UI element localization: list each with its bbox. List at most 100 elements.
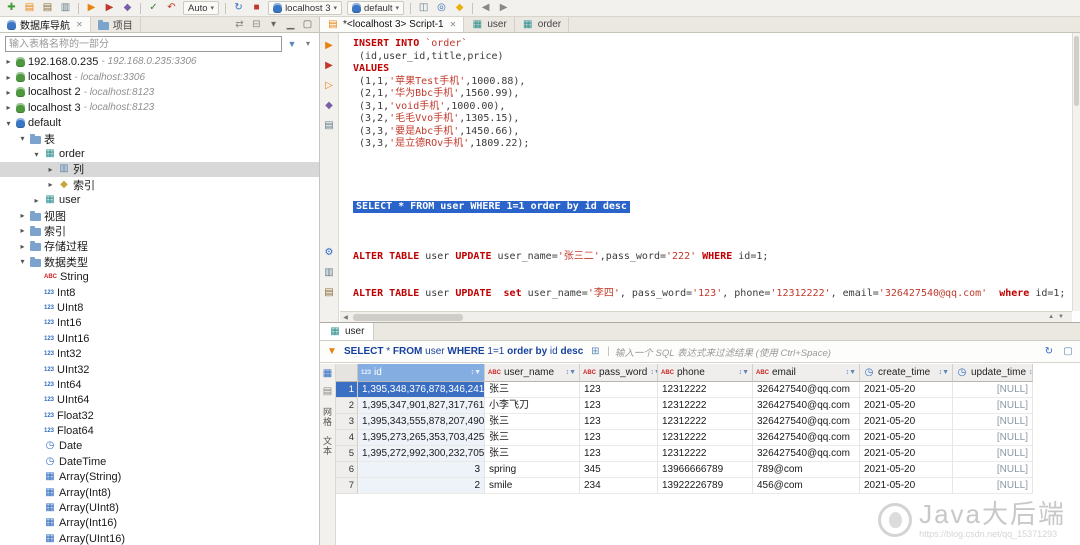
result-filter-query[interactable]: SELECT * FROM user WHERE 1=1 order by id…	[344, 346, 583, 357]
grid-cell[interactable]: smile	[485, 478, 580, 494]
grid-cell[interactable]: 326427540@qq.com	[753, 398, 860, 414]
grid-cell[interactable]: 2021-05-20	[860, 398, 953, 414]
stop-button[interactable]: ■	[248, 1, 265, 16]
tree-item[interactable]: ◷Date	[0, 439, 319, 454]
grid-cell[interactable]: 3	[358, 462, 485, 478]
settings-button[interactable]: ⚙	[322, 246, 336, 259]
tree-item[interactable]: ▸localhost 3 - localhost:8123	[0, 100, 319, 115]
grid-cell[interactable]: [NULL]	[953, 398, 1033, 414]
maximize-view-button[interactable]: ▢	[302, 19, 313, 30]
editor-tab-2[interactable]: ▦order	[515, 17, 569, 32]
grid-cell[interactable]: 1,395,273,265,353,703,425	[358, 430, 485, 446]
tree-item[interactable]: ▦Array(Int8)	[0, 485, 319, 500]
panel-button[interactable]: ▢	[1061, 346, 1075, 358]
grid-cell[interactable]: 1,395,343,555,878,207,490	[358, 414, 485, 430]
column-header-create_time[interactable]: ◷create_time↕▼	[860, 364, 953, 382]
grid-cell[interactable]: [NULL]	[953, 382, 1033, 398]
filter-input-icon[interactable]: ▼	[325, 346, 339, 358]
grid-cell[interactable]: 2021-05-20	[860, 446, 953, 462]
row-number[interactable]: 1	[336, 382, 358, 398]
grid-cell[interactable]: [NULL]	[953, 430, 1033, 446]
active-schema-dropdown[interactable]: default▾	[347, 1, 404, 15]
results-view-tab[interactable]: 网格	[321, 407, 334, 427]
execute-script-button[interactable]: ▶	[101, 1, 118, 16]
results-view-tab[interactable]: 文本	[321, 436, 334, 456]
expander-icon[interactable]: ▸	[4, 103, 13, 112]
grid-cell[interactable]: 张三	[485, 414, 580, 430]
editor-vertical-scrollbar[interactable]	[1072, 33, 1080, 311]
text-view-button[interactable]: ▤	[321, 385, 335, 398]
save-file-button[interactable]: ▥	[322, 266, 336, 279]
tree-item[interactable]: ▸localhost - localhost:3306	[0, 69, 319, 84]
link-editor-button[interactable]: ⇄	[234, 19, 245, 30]
forward-button[interactable]: ▶	[495, 1, 512, 16]
grid-cell[interactable]: 12312222	[658, 382, 753, 398]
row-number[interactable]: 7	[336, 478, 358, 494]
tree-item[interactable]: ▸存储过程	[0, 239, 319, 254]
expander-icon[interactable]: ▾	[18, 257, 27, 266]
tree-item[interactable]: 123Int16	[0, 316, 319, 331]
editor-horizontal-scrollbar[interactable]: ◀ ▲▼	[340, 311, 1072, 322]
row-number[interactable]: 4	[336, 430, 358, 446]
tree-item[interactable]: ▸▥列	[0, 162, 319, 177]
grid-cell[interactable]: 2021-05-20	[860, 382, 953, 398]
expander-icon[interactable]: ▾	[32, 150, 41, 159]
expander-icon[interactable]: ▾	[4, 119, 13, 128]
row-number[interactable]: 3	[336, 414, 358, 430]
sql-editor[interactable]: INSERT INTO `order` (id,user_id,title,pr…	[340, 33, 1072, 311]
filter-funnel-icon[interactable]: ▼	[286, 38, 298, 50]
minimize-view-button[interactable]: ▁	[285, 19, 296, 30]
transaction-mode-dropdown[interactable]: Auto▾	[183, 1, 219, 15]
tree-item[interactable]: ▦Array(Int16)	[0, 516, 319, 531]
sync-button[interactable]: ↻	[230, 1, 247, 16]
tree-item[interactable]: ABCString	[0, 269, 319, 284]
expander-icon[interactable]: ▾	[18, 134, 27, 143]
grid-corner[interactable]	[336, 364, 358, 382]
expander-icon[interactable]: ▸	[32, 196, 41, 205]
grid-cell[interactable]: 2021-05-20	[860, 462, 953, 478]
chevron-down-icon[interactable]: ▾	[302, 38, 314, 50]
bookmark-button[interactable]: ◆	[451, 1, 468, 16]
grid-cell[interactable]: [NULL]	[953, 446, 1033, 462]
tree-item[interactable]: ▸localhost 2 - localhost:8123	[0, 85, 319, 100]
close-icon[interactable]: ✕	[76, 20, 83, 29]
save-button[interactable]: ▥	[57, 1, 74, 16]
grid-cell[interactable]: 小李飞刀	[485, 398, 580, 414]
expander-icon[interactable]: ▸	[4, 73, 13, 82]
row-number[interactable]: 2	[336, 398, 358, 414]
grid-cell[interactable]: 1,395,347,901,827,317,761	[358, 398, 485, 414]
explain-plan-button[interactable]: ◆	[119, 1, 136, 16]
grid-cell[interactable]: 张三	[485, 446, 580, 462]
grid-cell[interactable]: 234	[580, 478, 658, 494]
sort-filter-icons[interactable]: ↕▼	[471, 369, 481, 376]
grid-cell[interactable]: 123	[580, 398, 658, 414]
sort-filter-icons[interactable]: ↕▼	[939, 369, 949, 376]
tree-item[interactable]: ▦Array(UInt8)	[0, 500, 319, 515]
tree-item[interactable]: 123UInt64	[0, 393, 319, 408]
navigator-tab-0[interactable]: 数据库导航✕	[0, 17, 91, 32]
tree-item[interactable]: 123UInt16	[0, 331, 319, 346]
explain-plan-button[interactable]: ◆	[322, 99, 336, 112]
grid-cell[interactable]: [NULL]	[953, 478, 1033, 494]
grid-cell[interactable]: 2021-05-20	[860, 430, 953, 446]
row-number[interactable]: 5	[336, 446, 358, 462]
row-number[interactable]: 6	[336, 462, 358, 478]
expander-icon[interactable]: ▸	[18, 242, 27, 251]
column-header-phone[interactable]: ABCphone↕▼	[658, 364, 753, 382]
column-header-user_name[interactable]: ABCuser_name↕▼	[485, 364, 580, 382]
grid-cell[interactable]: 张三	[485, 382, 580, 398]
sort-filter-icons[interactable]: ↕▼	[566, 369, 576, 376]
grid-cell[interactable]: 2	[358, 478, 485, 494]
grid-cell[interactable]: 456@com	[753, 478, 860, 494]
expander-icon[interactable]: ▸	[46, 165, 55, 174]
tree-item[interactable]: ▦Array(UInt16)	[0, 531, 319, 545]
expander-icon[interactable]: ▸	[46, 180, 55, 189]
expander-icon[interactable]: ▸	[4, 57, 13, 66]
tree-item[interactable]: ▾表	[0, 131, 319, 146]
column-header-update_time[interactable]: ◷update_time↕▼	[953, 364, 1033, 382]
expand-filter-icon[interactable]: ⊞	[588, 346, 602, 358]
grid-cell[interactable]: 123	[580, 414, 658, 430]
back-button[interactable]: ◀	[477, 1, 494, 16]
tree-item[interactable]: 123Float64	[0, 423, 319, 438]
grid-cell[interactable]: [NULL]	[953, 462, 1033, 478]
